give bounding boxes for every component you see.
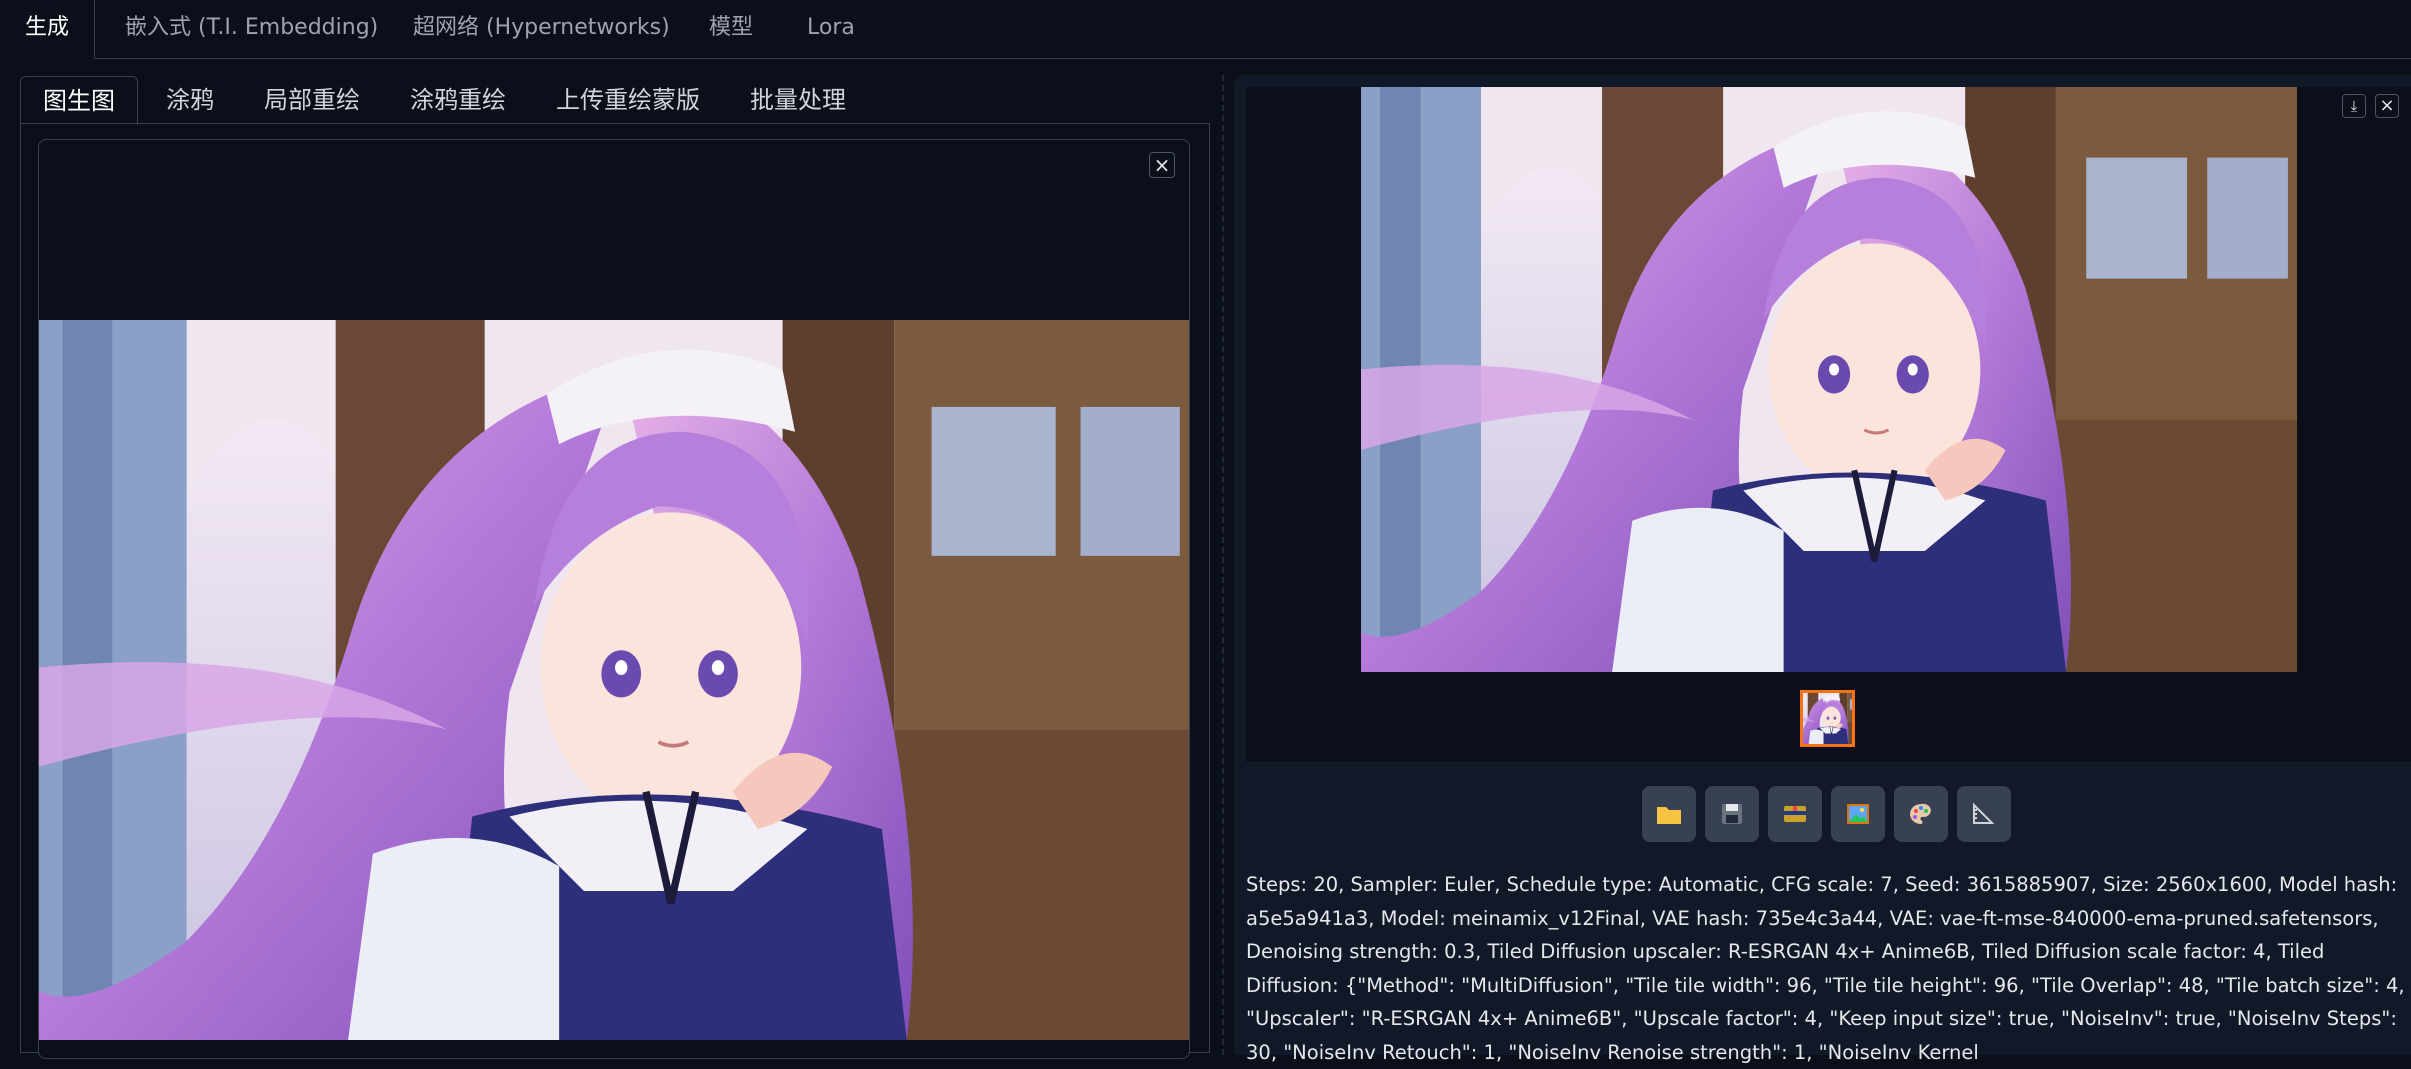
gallery-thumbnail[interactable] [1800, 690, 1855, 747]
send-to-inpaint-button[interactable] [1894, 786, 1948, 842]
save-button[interactable] [1705, 786, 1759, 842]
tab-inpaint-sketch[interactable]: 涂鸦重绘 [388, 76, 528, 124]
tab-ti-embedding[interactable]: 嵌入式 (T.I. Embedding) [100, 0, 403, 56]
top-tab-bar: 生成 嵌入式 (T.I. Embedding) 超网络 (Hypernetwor… [0, 0, 2411, 59]
send-to-img2img-button[interactable] [1831, 786, 1885, 842]
input-image [39, 320, 1190, 1040]
tab-inpaint[interactable]: 局部重绘 [242, 76, 382, 124]
thumbnail-image [1803, 693, 1852, 744]
panel-resizer[interactable] [1222, 75, 1224, 1055]
generation-info: Steps: 20, Sampler: Euler, Schedule type… [1246, 873, 2411, 1064]
tab-lora[interactable]: Lora [782, 0, 880, 56]
palette-icon [1910, 803, 1931, 824]
save-icon [1722, 804, 1742, 824]
send-to-extras-button[interactable] [1957, 786, 2011, 842]
folder-button[interactable] [1642, 786, 1696, 842]
zip-icon [1784, 806, 1806, 822]
clear-input-image-button[interactable]: × [1149, 152, 1175, 178]
input-image-area[interactable] [38, 139, 1190, 1059]
tab-batch[interactable]: 批量处理 [728, 76, 868, 124]
folder-icon [1657, 807, 1681, 824]
download-icon[interactable]: ⤓ [2342, 94, 2366, 118]
tab-sketch[interactable]: 涂鸦 [144, 76, 236, 124]
output-gallery [1246, 87, 2411, 762]
close-gallery-button[interactable]: × [2375, 94, 2399, 118]
tab-img2img[interactable]: 图生图 [20, 76, 138, 125]
image-icon [1847, 804, 1869, 824]
output-image[interactable] [1361, 87, 2297, 672]
tab-inpaint-upload[interactable]: 上传重绘蒙版 [534, 76, 722, 124]
zip-button[interactable] [1768, 786, 1822, 842]
ruler-icon [1973, 802, 1995, 824]
tab-generate[interactable]: 生成 [0, 0, 96, 59]
tab-models[interactable]: 模型 [684, 0, 778, 56]
tab-hypernetworks[interactable]: 超网络 (Hypernetworks) [388, 0, 695, 56]
